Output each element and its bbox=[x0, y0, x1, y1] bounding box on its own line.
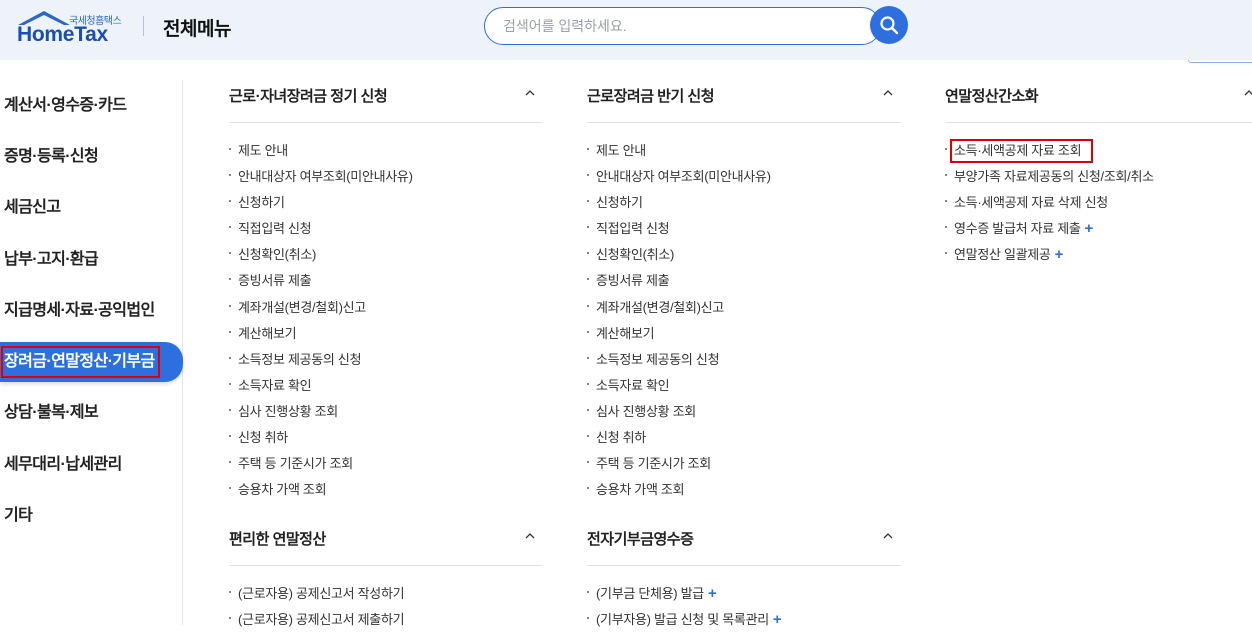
list-item[interactable]: 연말정산 일괄제공 + bbox=[945, 246, 1154, 272]
list-item[interactable]: 제도 안내 bbox=[587, 142, 771, 168]
list-item[interactable]: 영수증 발급처 자료 제출 + bbox=[945, 220, 1154, 246]
section-title: 전자기부금영수증 bbox=[587, 531, 694, 548]
search-icon bbox=[880, 16, 899, 35]
search-box bbox=[484, 7, 881, 45]
section-header[interactable]: 연말정산간소화 bbox=[945, 80, 1252, 123]
list-item[interactable]: 부양가족 자료제공동의 신청/조회/취소 bbox=[945, 168, 1154, 194]
list-item[interactable]: 계좌개설(변경/철회)신고 bbox=[587, 299, 771, 325]
chevron-up-icon[interactable] bbox=[525, 531, 535, 541]
list-item[interactable]: 안내대상자 여부조회(미안내사유) bbox=[229, 168, 413, 194]
list-item[interactable]: 신청하기 bbox=[587, 194, 771, 220]
sidebar-item-tax-filing[interactable]: 세금신고 bbox=[0, 188, 61, 228]
sidebar-item-etc[interactable]: 기타 bbox=[0, 496, 33, 536]
expand-plus-icon[interactable]: + bbox=[773, 611, 782, 628]
hometax-logo[interactable]: 국세청홈택스 HomeTax bbox=[16, 9, 126, 46]
section-item-list: 제도 안내 안내대상자 여부조회(미안내사유) 신청하기 직접입력 신청 신청확… bbox=[229, 142, 413, 507]
search-input[interactable] bbox=[503, 8, 863, 44]
list-item[interactable]: 계좌개설(변경/철회)신고 bbox=[229, 299, 413, 325]
top-header: 국세청홈택스 HomeTax 전체메뉴 bbox=[0, 0, 1252, 60]
list-item[interactable]: 증빙서류 제출 bbox=[587, 272, 771, 298]
list-item[interactable]: 증빙서류 제출 bbox=[229, 272, 413, 298]
section-header[interactable]: 근로장려금 반기 신청 bbox=[587, 80, 901, 123]
list-item[interactable]: 직접입력 신청 bbox=[229, 220, 413, 246]
section-header[interactable]: 전자기부금영수증 bbox=[587, 523, 901, 566]
expand-plus-icon[interactable]: + bbox=[1085, 220, 1094, 237]
list-item[interactable]: 신청확인(취소) bbox=[229, 246, 413, 272]
list-item[interactable]: 소득정보 제공동의 신청 bbox=[229, 351, 413, 377]
list-item[interactable]: 직접입력 신청 bbox=[587, 220, 771, 246]
sidebar-item-consult[interactable]: 상담·불복·제보 bbox=[0, 393, 99, 433]
list-item[interactable]: 제도 안내 bbox=[229, 142, 413, 168]
list-item[interactable]: (근로자용) 공제신고서 제출하기 bbox=[229, 611, 405, 637]
chevron-up-icon[interactable] bbox=[1244, 88, 1252, 98]
list-item[interactable]: (기부자용) 발급 신청 및 목록관리 + bbox=[587, 611, 782, 637]
section-item-list: (기부금 단체용) 발급 + (기부자용) 발급 신청 및 목록관리 + bbox=[587, 585, 782, 637]
search-button[interactable] bbox=[870, 6, 908, 44]
list-item[interactable]: 신청 취하 bbox=[587, 429, 771, 455]
list-item[interactable]: 주택 등 기준시가 조회 bbox=[229, 455, 413, 481]
list-item[interactable]: 주택 등 기준시가 조회 bbox=[587, 455, 771, 481]
list-item[interactable]: 안내대상자 여부조회(미안내사유) bbox=[587, 168, 771, 194]
list-item[interactable]: 신청확인(취소) bbox=[587, 246, 771, 272]
list-item[interactable]: 소득·세액공제 자료 삭제 신청 bbox=[945, 194, 1154, 220]
section-item-list: 제도 안내 안내대상자 여부조회(미안내사유) 신청하기 직접입력 신청 신청확… bbox=[587, 142, 771, 507]
chevron-up-icon[interactable] bbox=[883, 531, 893, 541]
list-item[interactable]: 소득·세액공제 자료 조회 bbox=[945, 139, 1154, 168]
sidebar-item-invoice[interactable]: 계산서·영수증·카드 bbox=[0, 86, 127, 126]
list-item[interactable]: 심사 진행상황 조회 bbox=[229, 403, 413, 429]
section-title: 근로·자녀장려금 정기 신청 bbox=[229, 88, 388, 105]
list-item-label: (기부금 단체용) 발급 bbox=[596, 586, 704, 601]
section-title: 근로장려금 반기 신청 bbox=[587, 88, 715, 105]
section-item-list: 소득·세액공제 자료 조회 부양가족 자료제공동의 신청/조회/취소 소득·세액… bbox=[945, 139, 1154, 272]
list-item[interactable]: 계산해보기 bbox=[587, 325, 771, 351]
logo-text: HomeTax bbox=[17, 23, 108, 46]
sidebar-item-statement[interactable]: 지급명세·자료·공익법인 bbox=[0, 291, 155, 331]
sidebar-item-payment[interactable]: 납부·고지·환급 bbox=[0, 240, 99, 280]
section-header[interactable]: 편리한 연말정산 bbox=[229, 523, 543, 566]
list-item[interactable]: 소득정보 제공동의 신청 bbox=[587, 351, 771, 377]
list-item-label: 영수증 발급처 자료 제출 bbox=[954, 221, 1081, 237]
sidebar-item-agent[interactable]: 세무대리·납세관리 bbox=[0, 445, 122, 485]
list-item-label: 연말정산 일괄제공 bbox=[954, 247, 1051, 263]
header-divider bbox=[143, 16, 144, 36]
page-title: 전체메뉴 bbox=[163, 19, 231, 40]
list-item[interactable]: 승용차 가액 조회 bbox=[587, 481, 771, 507]
list-item[interactable]: 신청하기 bbox=[229, 194, 413, 220]
list-item[interactable]: 계산해보기 bbox=[229, 325, 413, 351]
list-item[interactable]: 소득자료 확인 bbox=[587, 377, 771, 403]
chevron-up-icon[interactable] bbox=[883, 88, 893, 98]
section-header[interactable]: 근로·자녀장려금 정기 신청 bbox=[229, 80, 543, 123]
list-item[interactable]: 신청 취하 bbox=[229, 429, 413, 455]
section-title: 연말정산간소화 bbox=[945, 88, 1039, 105]
section-title: 편리한 연말정산 bbox=[229, 531, 326, 548]
list-item[interactable]: (근로자용) 공제신고서 작성하기 bbox=[229, 585, 405, 611]
section-item-list: (근로자용) 공제신고서 작성하기 (근로자용) 공제신고서 제출하기 bbox=[229, 585, 405, 637]
expand-plus-icon[interactable]: + bbox=[708, 585, 717, 602]
sidebar-item-incentive[interactable]: 장려금·연말정산·기부금 bbox=[0, 342, 183, 382]
list-item[interactable]: (기부금 단체용) 발급 + bbox=[587, 585, 781, 611]
list-item[interactable]: 심사 진행상황 조회 bbox=[587, 403, 771, 429]
sidebar: 계산서·영수증·카드 증명·등록·신청 세금신고 납부·고지·환급 지급명세·자… bbox=[0, 80, 183, 625]
list-item[interactable]: 승용차 가액 조회 bbox=[229, 481, 413, 507]
list-item[interactable]: 소득자료 확인 bbox=[229, 377, 413, 403]
chevron-up-icon[interactable] bbox=[525, 88, 535, 98]
header-corner-decoration bbox=[1188, 60, 1252, 63]
sidebar-item-certificate[interactable]: 증명·등록·신청 bbox=[0, 137, 99, 177]
list-item-label: 소득·세액공제 자료 조회 bbox=[950, 139, 1094, 163]
expand-plus-icon[interactable]: + bbox=[1055, 246, 1064, 263]
sidebar-item-label: 장려금·연말정산·기부금 bbox=[1, 346, 160, 378]
